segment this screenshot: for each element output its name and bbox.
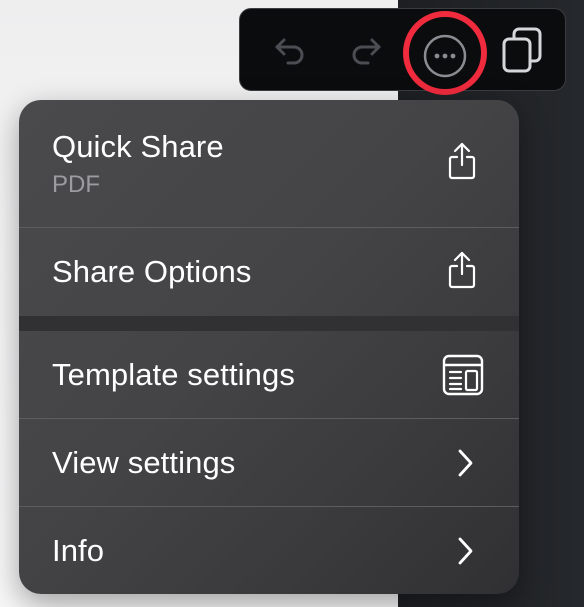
options-menu: Quick Share PDF Share Options Template s… — [19, 100, 519, 594]
highlight-ring — [403, 11, 487, 95]
menu-item-label: View settings — [52, 444, 236, 480]
menu-item-label: Share Options — [52, 254, 252, 289]
template-layout-icon — [440, 352, 486, 398]
redo-arrow-icon — [352, 38, 381, 65]
chevron-right-icon — [451, 536, 479, 566]
undo-arrow-icon — [275, 38, 304, 65]
share-icon — [442, 141, 482, 181]
menu-item-info[interactable]: Info — [19, 507, 519, 594]
duplicate-button[interactable] — [498, 25, 546, 77]
duplicate-pages-icon — [502, 27, 542, 73]
menu-item-template-settings[interactable]: Template settings — [19, 331, 519, 418]
menu-item-label: Template settings — [52, 356, 295, 392]
redo-button[interactable] — [344, 31, 388, 71]
menu-item-share-options[interactable]: Share Options — [19, 228, 519, 316]
menu-item-label: Info — [52, 532, 105, 568]
menu-item-sublabel: PDF — [52, 170, 100, 198]
menu-item-quick-share[interactable]: Quick Share PDF — [19, 100, 519, 227]
toolbar — [239, 8, 566, 95]
menu-item-label: Quick Share — [52, 128, 224, 164]
menu-section-separator — [19, 316, 519, 331]
share-icon — [442, 250, 482, 290]
menu-item-view-settings[interactable]: View settings — [19, 419, 519, 506]
undo-button[interactable] — [268, 31, 312, 71]
chevron-right-icon — [451, 448, 479, 478]
